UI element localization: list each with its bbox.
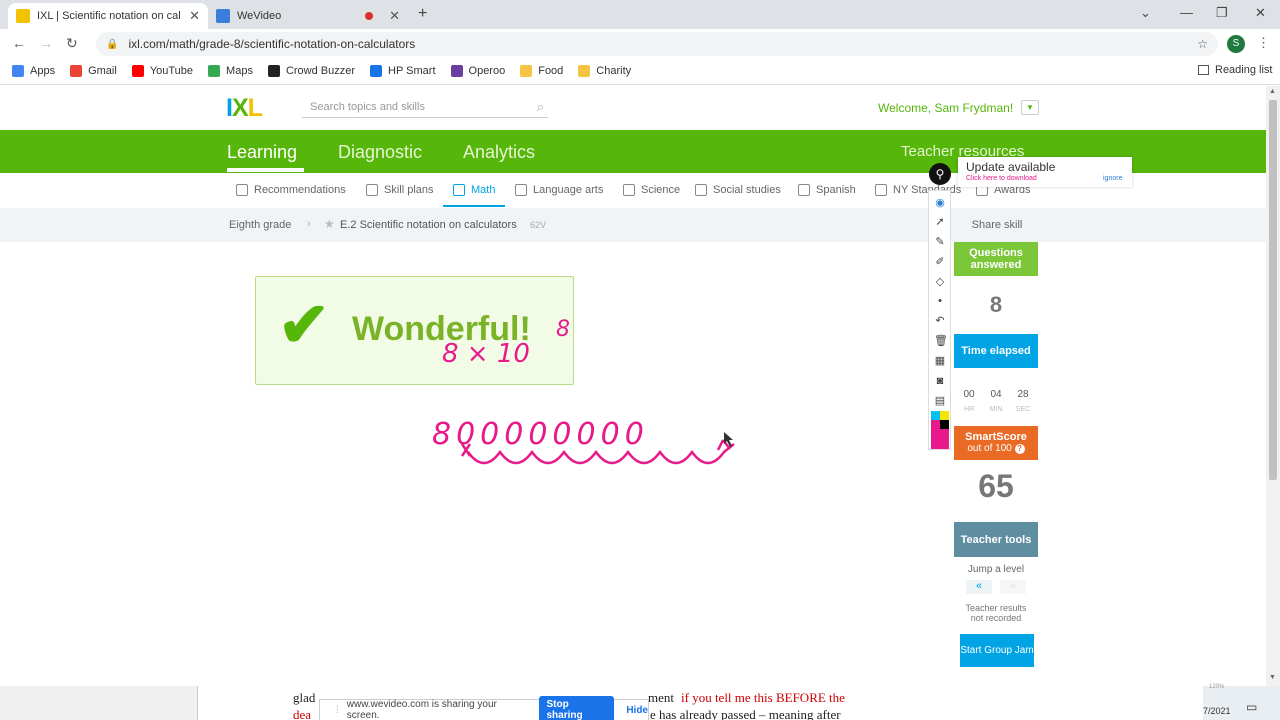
camera-icon[interactable]: ◙: [934, 375, 946, 387]
update-popup[interactable]: Update available Click here to download …: [958, 157, 1132, 187]
clipboard-icon[interactable]: ▤: [934, 395, 946, 407]
dot-size-icon[interactable]: •: [934, 295, 946, 307]
pen-icon[interactable]: ✐: [934, 256, 946, 268]
time-hours: 00: [963, 389, 975, 400]
share-message: www.wevideo.com is sharing your screen.: [346, 699, 497, 720]
handwritten-exponent: 8: [556, 317, 570, 342]
annotation-toolbar: ◉ ➚ ✎ ✐ ◇ • ↶ 🗑 ▦ ◙ ▤: [928, 190, 951, 450]
doc-text-mid: ment: [648, 690, 674, 705]
highlighter-icon[interactable]: ✎: [934, 236, 946, 248]
eye-icon[interactable]: ◉: [934, 197, 946, 209]
smartscore-header: SmartScore out of 100 ?: [954, 426, 1038, 460]
jump-back-button[interactable]: «: [966, 580, 992, 594]
color-cyan-swatch[interactable]: [931, 411, 940, 420]
jump-level-label: Jump a level: [967, 564, 1025, 575]
time-seconds: 28: [1017, 389, 1029, 400]
time-unit-min: MIN: [989, 406, 1003, 413]
smartscore-sub-text: out of 100: [967, 443, 1012, 454]
tray-date: 7/2021: [1203, 706, 1231, 716]
time-elapsed-header: Time elapsed: [954, 334, 1038, 368]
update-ignore[interactable]: ignore: [1103, 175, 1122, 182]
teacher-results-note: Teacher results not recorded: [965, 603, 1027, 623]
extension-logo-icon[interactable]: ⚲: [929, 163, 951, 185]
pointer-icon[interactable]: ➚: [934, 216, 946, 228]
teacher-tools-header: Teacher tools: [954, 522, 1038, 557]
doc-text-left2: dea: [293, 707, 312, 720]
color-yellow-swatch[interactable]: [940, 411, 949, 420]
smartscore-label: SmartScore: [965, 431, 1027, 443]
screen-share-bar: ⁞ www.wevideo.com is sharing your screen…: [319, 696, 649, 720]
questions-answered-value: 8: [989, 292, 1003, 317]
handwritten-formula: 8 × 10: [442, 339, 530, 369]
notification-icon[interactable]: ▭: [1246, 700, 1257, 714]
doc-left-panel: [0, 686, 198, 720]
page-scrollbar[interactable]: ▲ ▼: [1266, 86, 1280, 686]
scroll-up-icon[interactable]: ▲: [1269, 88, 1276, 95]
doc-text-right2: e has already passed – meaning after: [650, 707, 841, 720]
drag-handle-icon[interactable]: ⁞: [336, 705, 339, 716]
update-sub[interactable]: Click here to download: [966, 175, 1037, 182]
undo-icon[interactable]: ↶: [934, 315, 946, 327]
scroll-down-icon[interactable]: ▼: [1269, 674, 1276, 681]
doc-text-left: glad: [293, 690, 316, 705]
board-icon[interactable]: ▦: [934, 355, 946, 367]
smartscore-value: 65: [978, 468, 1014, 504]
update-title: Update available: [966, 160, 1056, 174]
tray-percent: 120%: [1209, 684, 1225, 690]
color-black-swatch[interactable]: [940, 420, 949, 429]
jump-forward-button[interactable]: »: [1000, 580, 1026, 594]
doc-text-red: if you tell me this BEFORE the: [681, 690, 845, 705]
time-unit-hr: HR: [963, 406, 975, 413]
screen: IXL | Scientific notation on calcul ✕ We…: [0, 0, 1280, 720]
stop-sharing-button[interactable]: Stop sharing: [538, 696, 615, 720]
hide-button[interactable]: Hide: [626, 705, 648, 716]
share-skill-button[interactable]: Share skill: [964, 219, 1030, 233]
color-magenta-swatch[interactable]: [931, 420, 940, 429]
time-unit-sec: SEC: [1015, 406, 1031, 413]
pen-annotation-layer: 8 8 × 10 800000000: [432, 317, 735, 465]
smartscore-sub: out of 100 ?: [967, 443, 1025, 455]
start-group-jam-button[interactable]: Start Group Jam: [960, 634, 1034, 667]
current-color-swatch[interactable]: [931, 429, 949, 449]
help-icon[interactable]: ?: [1014, 444, 1025, 454]
trash-icon[interactable]: 🗑: [934, 335, 948, 347]
eraser-icon[interactable]: ◇: [934, 276, 946, 288]
scrollbar-thumb[interactable]: [1269, 100, 1277, 480]
questions-answered-header: Questions answered: [954, 242, 1038, 276]
time-minutes: 04: [990, 389, 1002, 400]
